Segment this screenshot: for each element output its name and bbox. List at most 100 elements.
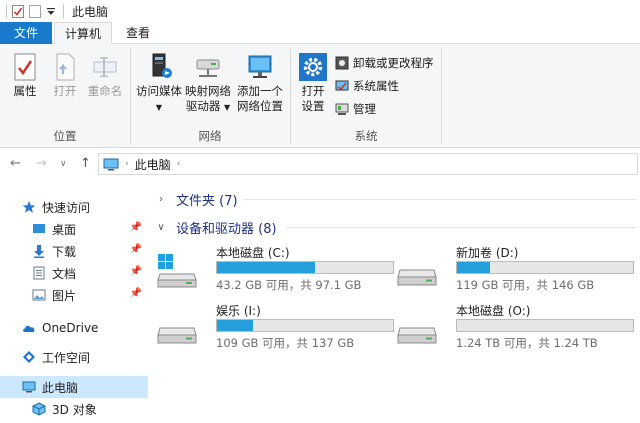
drive-usage-fill — [217, 320, 253, 331]
up-arrow-icon[interactable]: ↑ — [80, 156, 91, 171]
divider — [6, 4, 7, 18]
sidebar-label: 快速访问 — [42, 200, 91, 215]
sidebar-label: 图片 — [52, 288, 77, 303]
quick-access-toolbar — [6, 4, 64, 18]
star-icon — [22, 200, 36, 214]
drive-item-c[interactable]: 本地磁盘 (C:) 43.2 GB 可用，共 97.1 GB — [148, 244, 394, 294]
chevron-down-icon: ∨ — [157, 221, 165, 233]
open-button[interactable]: 打开 — [46, 52, 84, 99]
dropdown-arrow-icon: ▼ — [155, 103, 163, 112]
open-settings-label-2: 设置 — [301, 99, 325, 113]
sidebar-label: 此电脑 — [42, 380, 79, 395]
drive-name: 新加卷 (D:) — [456, 246, 519, 260]
manage-label: 管理 — [353, 102, 376, 116]
download-arrow-icon — [32, 244, 46, 258]
open-icon — [56, 53, 75, 81]
tab-view[interactable]: 查看 — [116, 22, 160, 44]
map-network-drive-button[interactable]: 映射网络 驱动器 ▼ — [183, 52, 233, 115]
drive-name: 本地磁盘 (C:) — [216, 246, 290, 260]
drive-usage-fill — [457, 262, 490, 273]
back-arrow-icon[interactable]: ← — [10, 156, 21, 171]
sidebar-label: 桌面 — [52, 222, 77, 237]
sidebar-item-this-pc[interactable]: 此电脑 — [0, 376, 148, 398]
forward-arrow-icon[interactable]: → — [36, 156, 47, 171]
recent-locations-chevron-icon[interactable]: ∨ — [60, 159, 67, 169]
document-icon — [32, 266, 46, 280]
workspace-icon — [22, 350, 36, 364]
uninstall-program-button[interactable]: 卸载或更改程序 — [335, 54, 434, 72]
drive-usage-bar — [216, 319, 394, 332]
manage-icon — [335, 103, 349, 115]
add-network-label-2: 网络位置 — [237, 99, 283, 113]
divider — [63, 4, 64, 18]
sidebar-item-onedrive[interactable]: OneDrive — [0, 317, 148, 339]
add-network-location-button[interactable]: 添加一个 网络位置 — [233, 52, 287, 114]
group-label-system: 系统 — [354, 129, 378, 143]
group-system: 打开 设置 卸载或更改程序 系统属性 管理 系统 — [291, 44, 441, 148]
group-location: 属性 打开 重命名 位置 — [0, 44, 130, 148]
tab-file[interactable]: 文件 — [0, 22, 52, 44]
drive-item-i[interactable]: 娱乐 (I:) 109 GB 可用，共 137 GB — [148, 302, 394, 352]
sidebar-label: 3D 对象 — [52, 402, 97, 417]
system-properties-button[interactable]: 系统属性 — [335, 77, 399, 95]
pin-icon[interactable]: 📌 — [130, 266, 142, 277]
uninstall-label: 卸载或更改程序 — [353, 56, 434, 70]
pin-icon[interactable]: 📌 — [130, 288, 142, 299]
drives-header-label: 设备和驱动器 (8) — [176, 221, 277, 237]
drive-space-info: 109 GB 可用，共 137 GB — [216, 336, 355, 350]
drive-usage-bar — [456, 319, 634, 332]
access-media-button[interactable]: 访问媒体 ▼ — [135, 52, 183, 115]
folders-group-header[interactable]: › 文件夹 (7) — [154, 188, 238, 210]
sidebar-item-documents[interactable]: 文档 📌 — [0, 262, 148, 284]
sidebar-item-quick-access[interactable]: 快速访问 — [0, 196, 148, 218]
manage-button[interactable]: 管理 — [335, 100, 376, 118]
pin-icon[interactable]: 📌 — [130, 244, 142, 255]
this-pc-icon — [22, 380, 36, 394]
chevron-right-icon: › — [159, 193, 163, 205]
drive-item-d[interactable]: 新加卷 (D:) 119 GB 可用，共 146 GB — [388, 244, 634, 294]
picture-icon — [32, 288, 46, 302]
navigation-pane: 快速访问 桌面 📌 下载 📌 文档 📌 图片 📌 OneDrive 工作空间 此… — [0, 186, 148, 423]
drive-name: 娱乐 (I:) — [216, 304, 261, 318]
access-media-label: 访问媒体 — [136, 84, 182, 98]
group-network: 访问媒体 ▼ 映射网络 驱动器 ▼ 添加一个 网络位置 网络 — [131, 44, 289, 148]
tab-computer[interactable]: 计算机 — [54, 22, 112, 45]
sidebar-item-3d-objects[interactable]: 3D 对象 — [0, 398, 148, 420]
settings-gear-icon — [299, 53, 327, 81]
customize-dropdown-icon[interactable] — [46, 5, 58, 18]
breadcrumb-separator-icon: › — [125, 159, 129, 169]
uninstall-icon — [335, 56, 349, 70]
new-folder-icon[interactable] — [29, 4, 41, 18]
breadcrumb-separator-icon: › — [176, 159, 181, 169]
drive-usage-bar — [216, 261, 394, 274]
rename-button[interactable]: 重命名 — [84, 52, 126, 99]
drives-group-header[interactable]: ∨ 设备和驱动器 (8) — [154, 216, 277, 238]
sidebar-item-pictures[interactable]: 图片 📌 — [0, 284, 148, 306]
sidebar-item-downloads[interactable]: 下载 📌 — [0, 240, 148, 262]
drive-name: 本地磁盘 (O:) — [456, 304, 531, 318]
drive-usage-fill — [217, 262, 315, 273]
drive-space-info: 119 GB 可用，共 146 GB — [456, 278, 595, 292]
open-settings-button[interactable]: 打开 设置 — [295, 52, 331, 114]
sidebar-label: 文档 — [52, 266, 77, 281]
ribbon: 属性 打开 重命名 位置 访问媒体 ▼ 映射网络 驱动器 ▼ 添加一个 网络位置 — [0, 44, 640, 148]
group-label-location: 位置 — [53, 129, 77, 143]
properties-check-icon[interactable] — [12, 4, 24, 18]
sidebar-item-desktop[interactable]: 桌面 📌 — [0, 218, 148, 240]
pin-icon[interactable]: 📌 — [130, 222, 142, 233]
open-settings-label-1: 打开 — [301, 84, 325, 98]
content-pane: › 文件夹 (7) ∨ 设备和驱动器 (8) 本地磁盘 (C:) 43.2 GB… — [148, 180, 640, 423]
drive-space-info: 43.2 GB 可用，共 97.1 GB — [216, 278, 362, 292]
this-pc-icon — [103, 158, 119, 170]
divider — [286, 227, 636, 228]
windows-drive-icon — [157, 254, 197, 288]
properties-button[interactable]: 属性 — [6, 52, 44, 99]
cloud-icon — [22, 321, 36, 335]
address-box[interactable]: › 此电脑 › — [98, 153, 638, 175]
map-drive-label-1: 映射网络 — [185, 84, 231, 98]
breadcrumb-this-pc[interactable]: 此电脑 — [135, 156, 171, 173]
drive-item-o[interactable]: 本地磁盘 (O:) 1.24 TB 可用，共 1.24 TB — [388, 302, 634, 352]
sidebar-item-workspace[interactable]: 工作空间 — [0, 346, 148, 368]
hard-drive-icon — [157, 327, 197, 344]
drive-space-info: 1.24 TB 可用，共 1.24 TB — [456, 336, 598, 350]
